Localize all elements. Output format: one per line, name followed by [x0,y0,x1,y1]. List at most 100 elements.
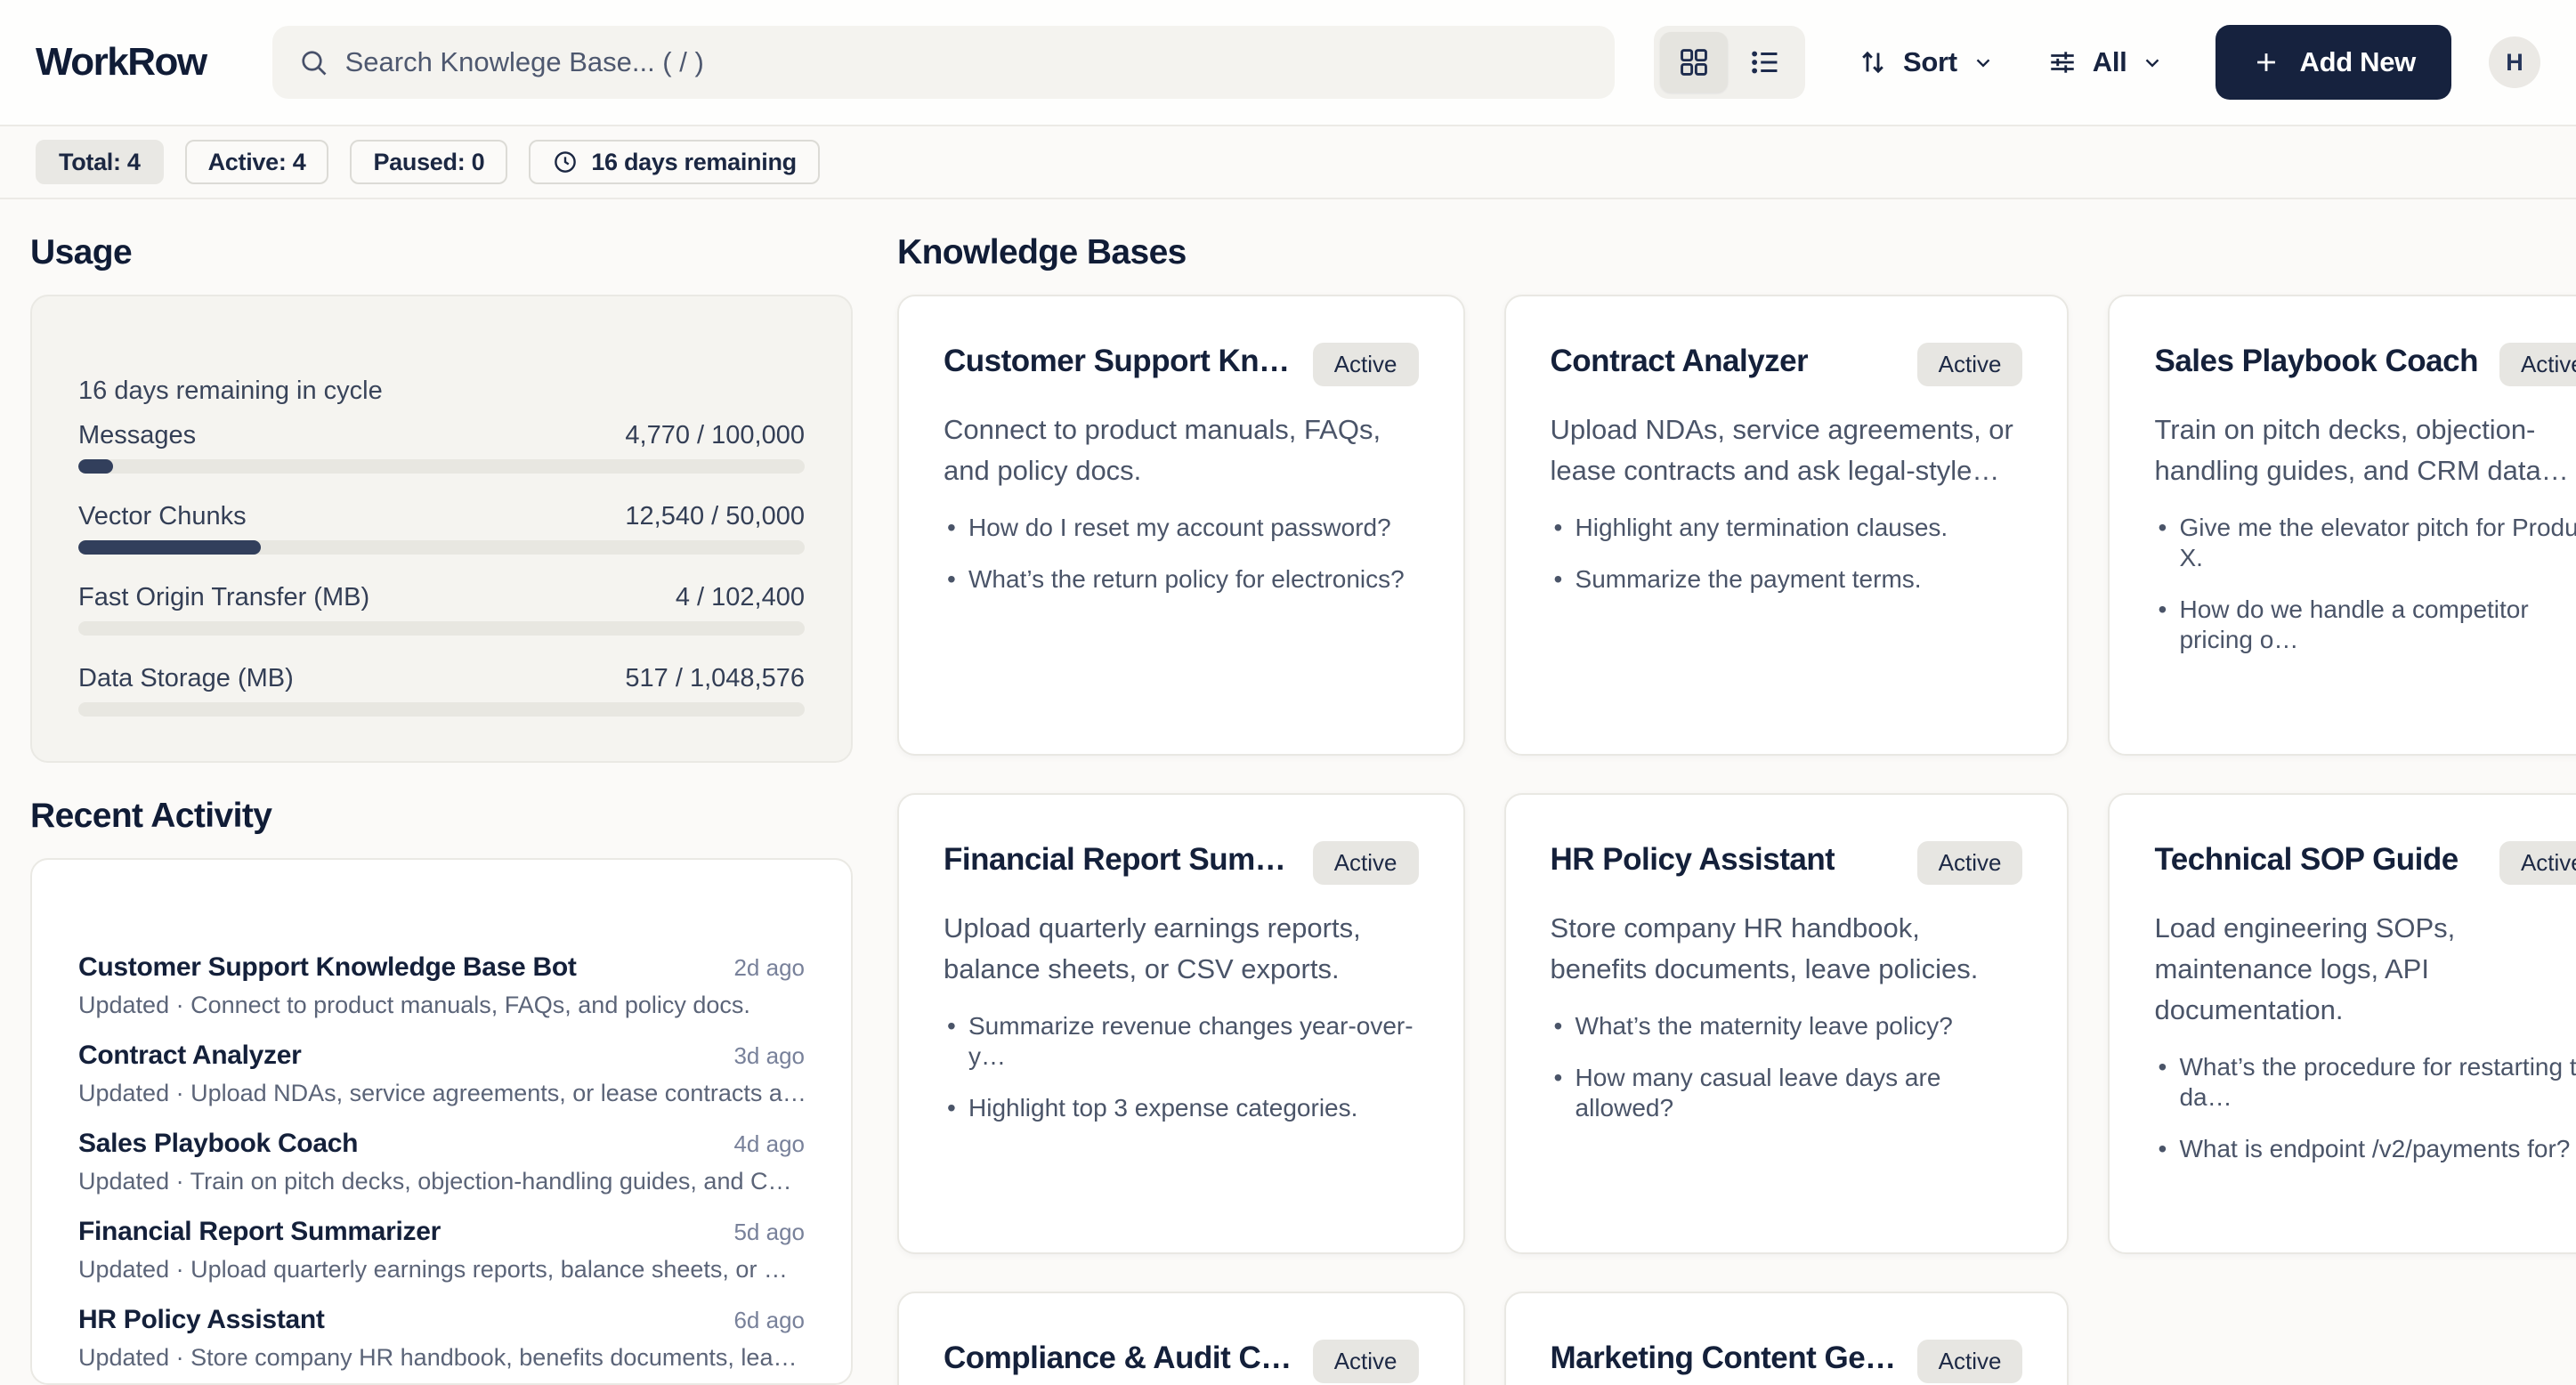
card-description: Upload NDAs, service agreements, or leas… [1551,409,2023,491]
card-example-question: How do I reset my account password? [944,513,1419,543]
add-new-button[interactable]: Add New [2216,25,2451,100]
view-toggle [1654,26,1805,99]
card-example-question: Summarize the payment terms. [1551,564,2023,595]
meter-label: Fast Origin Transfer (MB) [78,583,369,612]
activity-desc: Updated · Upload NDAs, service agreement… [78,1079,805,1107]
card-title: Customer Support Kn… [944,343,1290,380]
meter-value: 4,770 / 100,000 [625,421,805,450]
meter-value: 4 / 102,400 [676,583,805,612]
knowledge-base-grid: Customer Support Kn… Active Connect to p… [897,295,2576,1385]
kb-card-compliance-audit[interactable]: Compliance & Audit C… Active [897,1292,1465,1385]
card-example-question: How do we handle a competitor pricing o… [2154,595,2576,655]
sort-control[interactable]: Sort [1857,46,1995,78]
stat-active-label: Active: 4 [208,149,306,176]
avatar[interactable]: H [2489,36,2540,88]
main-content: Usage 16 days remaining in cycle Message… [0,199,2576,1385]
meter-value: 12,540 / 50,000 [625,502,805,531]
kb-card-sales-playbook[interactable]: Sales Playbook Coach Active Train on pit… [2108,295,2576,756]
search-bar [272,26,1615,99]
card-description: Train on pitch decks, objection-handling… [2154,409,2576,491]
search-input[interactable] [345,46,1590,78]
status-badge: Active [2499,343,2576,386]
filter-sliders-icon [2046,46,2078,78]
meter-value: 517 / 1,048,576 [625,664,805,693]
stats-bar: Total: 4 Active: 4 Paused: 0 16 days rem… [0,126,2576,199]
activity-item[interactable]: Financial Report Summarizer 5d ago Updat… [78,1217,805,1284]
meter-label: Data Storage (MB) [78,664,294,693]
avatar-initial: H [2506,49,2523,77]
card-example-question: What’s the procedure for restarting the … [2154,1052,2576,1113]
status-badge: Active [2499,841,2576,885]
activity-desc: Updated · Connect to product manuals, FA… [78,991,805,1019]
activity-item[interactable]: Sales Playbook Coach 4d ago Updated · Tr… [78,1129,805,1195]
card-example-question: Summarize revenue changes year-over-y… [944,1011,1419,1072]
stat-total-label: Total: 4 [59,149,141,176]
activity-item[interactable]: Contract Analyzer 3d ago Updated · Uploa… [78,1041,805,1107]
cycle-note: 16 days remaining in cycle [78,377,805,406]
usage-meter-messages: Messages 4,770 / 100,000 [78,420,805,474]
meter-label: Vector Chunks [78,502,247,531]
status-badge: Active [1313,841,1419,885]
grid-view-button[interactable] [1660,32,1728,93]
activity-desc: Updated · Train on pitch decks, objectio… [78,1167,805,1195]
chevron-down-icon [1972,51,1995,74]
card-title: Marketing Content Ge… [1551,1340,1896,1377]
activity-desc: Updated · Upload quarterly earnings repo… [78,1255,805,1284]
card-description: Load engineering SOPs, maintenance logs,… [2154,908,2576,1031]
card-example-question: What’s the maternity leave policy? [1551,1011,2023,1041]
usage-title: Usage [30,235,853,270]
activity-time: 2d ago [733,954,805,982]
status-badge: Active [1917,343,2023,386]
stat-pill-paused: Paused: 0 [350,140,507,184]
activity-title: Customer Support Knowledge Base Bot [78,952,577,983]
activity-time: 3d ago [733,1042,805,1070]
activity-time: 6d ago [733,1307,805,1334]
stat-paused-label: Paused: 0 [373,149,484,176]
progress-track [78,621,805,636]
sort-label: Sort [1903,46,1957,78]
knowledge-bases-title: Knowledge Bases [897,235,2576,270]
card-example-question: Highlight top 3 expense categories. [944,1093,1419,1123]
stat-pill-days-remaining: 16 days remaining [529,140,820,184]
list-view-button[interactable] [1731,32,1799,93]
card-title: Contract Analyzer [1551,343,1809,380]
kb-card-contract-analyzer[interactable]: Contract Analyzer Active Upload NDAs, se… [1504,295,2070,756]
activity-title: Contract Analyzer [78,1041,302,1071]
clock-icon [552,149,579,175]
card-title: Compliance & Audit C… [944,1340,1292,1377]
activity-time: 5d ago [733,1219,805,1246]
activity-item[interactable]: HR Policy Assistant 6d ago Updated · Sto… [78,1305,805,1372]
chevron-down-icon [2141,51,2164,74]
activity-item[interactable]: Customer Support Knowledge Base Bot 2d a… [78,952,805,1019]
card-description: Store company HR handbook, benefits docu… [1551,908,2023,990]
kb-card-technical-sop[interactable]: Technical SOP Guide Active Load engineer… [2108,793,2576,1254]
progress-fill [78,459,113,474]
usage-meter-fast-origin-transfer: Fast Origin Transfer (MB) 4 / 102,400 [78,582,805,636]
card-title: Sales Playbook Coach [2154,343,2477,380]
card-example-question: Give me the elevator pitch for Product X… [2154,513,2576,573]
stat-pill-active: Active: 4 [185,140,329,184]
usage-meter-vector-chunks: Vector Chunks 12,540 / 50,000 [78,501,805,555]
search-icon [297,46,329,78]
activity-title: Financial Report Summarizer [78,1217,441,1247]
recent-activity-panel: Customer Support Knowledge Base Bot 2d a… [30,858,853,1385]
progress-fill [78,540,261,555]
plus-icon [2251,47,2281,77]
grid-icon [1677,45,1711,79]
kb-card-marketing-content[interactable]: Marketing Content Ge… Active [1504,1292,2070,1385]
usage-meter-data-storage: Data Storage (MB) 517 / 1,048,576 [78,663,805,717]
activity-title: Sales Playbook Coach [78,1129,358,1159]
recent-activity-title: Recent Activity [30,798,853,833]
status-badge: Active [1917,841,2023,885]
activity-title: HR Policy Assistant [78,1305,325,1335]
card-title: HR Policy Assistant [1551,841,1835,879]
left-column: Usage 16 days remaining in cycle Message… [30,199,853,1385]
card-example-question: Highlight any termination clauses. [1551,513,2023,543]
kb-card-financial-report[interactable]: Financial Report Sum… Active Upload quar… [897,793,1465,1254]
card-description: Upload quarterly earnings reports, balan… [944,908,1419,990]
status-badge: Active [1917,1340,2023,1383]
card-example-question: What is endpoint /v2/payments for? [2154,1134,2576,1164]
kb-card-hr-policy[interactable]: HR Policy Assistant Active Store company… [1504,793,2070,1254]
kb-card-customer-support[interactable]: Customer Support Kn… Active Connect to p… [897,295,1465,756]
filter-control[interactable]: All [2046,46,2165,78]
